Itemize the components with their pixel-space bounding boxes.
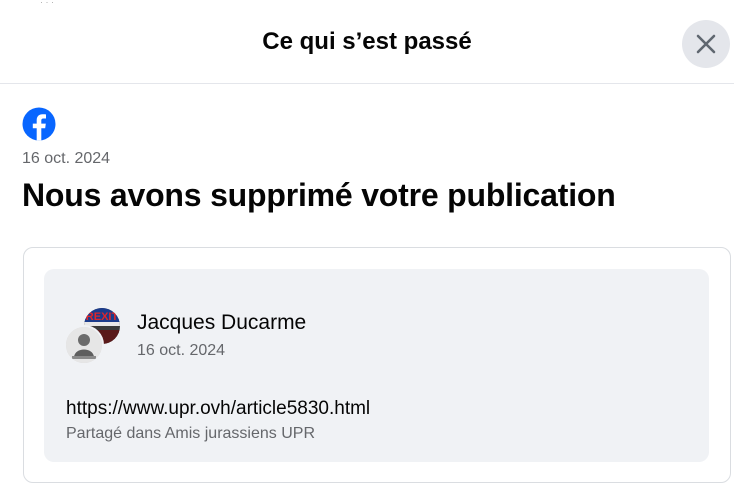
page-title: Nous avons supprimé votre publication <box>22 177 616 213</box>
shared-in-group: Partagé dans Amis jurassiens UPR <box>66 425 315 442</box>
avatar[interactable] <box>64 325 104 365</box>
post-author-name[interactable]: Jacques Ducarme <box>137 311 306 335</box>
close-icon <box>696 34 716 54</box>
profile-avatar-image <box>66 327 102 363</box>
post-link[interactable]: https://www.upr.ovh/article5830.html <box>66 398 370 420</box>
facebook-logo-icon <box>22 107 56 141</box>
close-button[interactable] <box>682 20 730 68</box>
modal-header: Ce qui s’est passé <box>0 0 734 84</box>
modal-title: Ce qui s’est passé <box>262 28 472 55</box>
post-date[interactable]: 16 oct. 2024 <box>137 342 225 360</box>
event-date: 16 oct. 2024 <box>22 150 111 167</box>
group-avatar-logo-text: REXIT <box>86 311 119 323</box>
